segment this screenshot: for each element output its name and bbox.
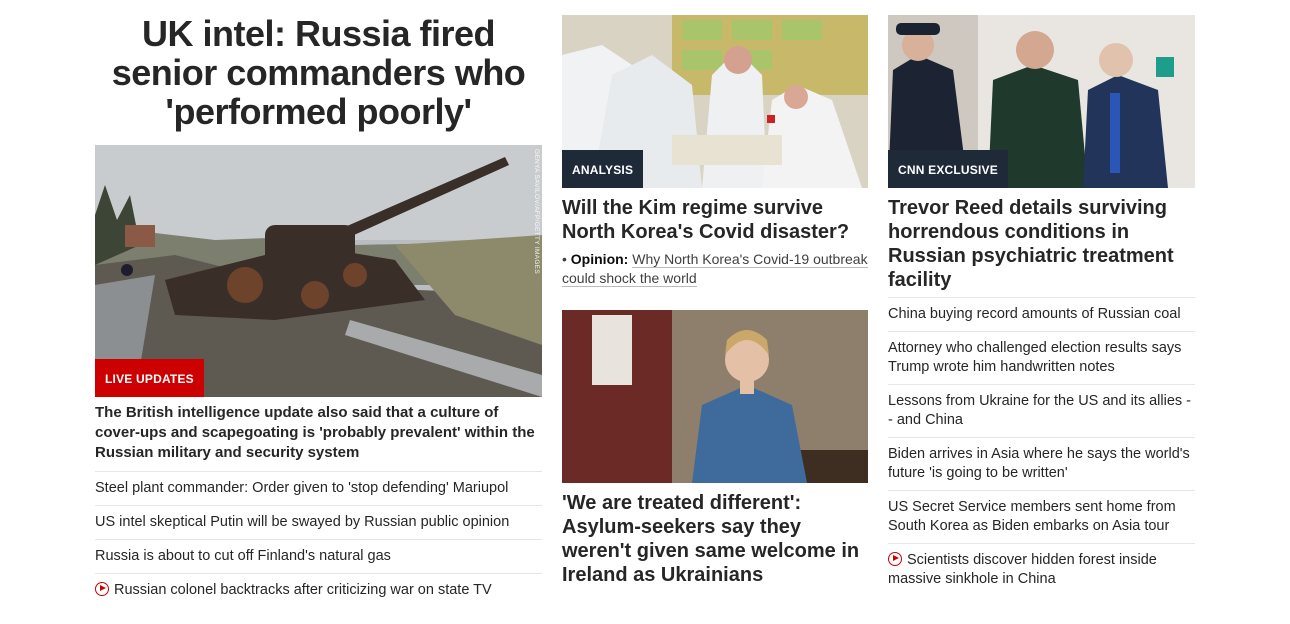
play-video-icon[interactable] bbox=[888, 552, 902, 566]
right-related-links: China buying record amounts of Russian c… bbox=[888, 297, 1195, 596]
right-column: CNN EXCLUSIVE Trevor Reed details surviv… bbox=[888, 0, 1195, 596]
story-title[interactable]: 'We are treated different': Asylum-seeke… bbox=[562, 491, 868, 587]
link-text[interactable]: US Secret Service members sent home from… bbox=[888, 499, 1176, 534]
lead-story-column: UK intel: Russia fired senior commanders… bbox=[95, 0, 542, 607]
list-item[interactable]: US intel skeptical Putin will be swayed … bbox=[95, 506, 542, 540]
play-video-icon[interactable] bbox=[95, 582, 109, 596]
link-text[interactable]: China buying record amounts of Russian c… bbox=[888, 306, 1181, 322]
link-text[interactable]: Russia is about to cut off Finland's nat… bbox=[95, 548, 391, 564]
cnn-exclusive-badge[interactable]: CNN EXCLUSIVE bbox=[888, 150, 1008, 188]
story-title[interactable]: Will the Kim regime survive North Korea'… bbox=[562, 196, 868, 244]
middle-column: ANALYSIS Will the Kim regime survive Nor… bbox=[562, 0, 868, 587]
list-item[interactable]: Russian colonel backtracks after critici… bbox=[95, 574, 542, 607]
live-updates-badge[interactable]: LIVE UPDATES bbox=[95, 359, 204, 397]
link-text[interactable]: Attorney who challenged election results… bbox=[888, 340, 1181, 375]
story-image[interactable]: CNN EXCLUSIVE bbox=[888, 15, 1195, 188]
opinion-label: Opinion: bbox=[570, 251, 629, 267]
link-text[interactable]: Scientists discover hidden forest inside… bbox=[888, 552, 1157, 587]
image-credit: GENYA SAVILOV/AFP/GETTY IMAGES bbox=[533, 149, 540, 274]
lead-headline-line: 'performed poorly' bbox=[165, 91, 472, 132]
list-item[interactable]: Lessons from Ukraine for the US and its … bbox=[888, 385, 1195, 438]
lead-headline-line: UK intel: Russia fired bbox=[141, 13, 496, 54]
link-text[interactable]: Steel plant commander: Order given to 's… bbox=[95, 480, 508, 496]
list-item[interactable]: Scientists discover hidden forest inside… bbox=[888, 544, 1195, 596]
link-text[interactable]: US intel skeptical Putin will be swayed … bbox=[95, 514, 509, 530]
link-text[interactable]: Biden arrives in Asia where he says the … bbox=[888, 446, 1190, 481]
asylum-seeker-photo bbox=[562, 310, 868, 483]
opinion-link[interactable]: • Opinion: Why North Korea's Covid-19 ou… bbox=[562, 250, 868, 288]
story-title[interactable]: Trevor Reed details surviving horrendous… bbox=[888, 196, 1195, 292]
list-item[interactable]: Steel plant commander: Order given to 's… bbox=[95, 472, 542, 506]
lead-summary[interactable]: The British intelligence update also sai… bbox=[95, 397, 542, 472]
list-item[interactable]: US Secret Service members sent home from… bbox=[888, 491, 1195, 544]
lead-headline[interactable]: UK intel: Russia fired senior commanders… bbox=[95, 14, 542, 131]
list-item[interactable]: Russia is about to cut off Finland's nat… bbox=[95, 540, 542, 574]
link-text[interactable]: Lessons from Ukraine for the US and its … bbox=[888, 393, 1191, 428]
list-item[interactable]: Biden arrives in Asia where he says the … bbox=[888, 438, 1195, 491]
story-image[interactable]: ANALYSIS bbox=[562, 15, 868, 188]
analysis-badge[interactable]: ANALYSIS bbox=[562, 150, 644, 188]
lead-related-links: Steel plant commander: Order given to 's… bbox=[95, 472, 542, 607]
story-image[interactable] bbox=[562, 310, 868, 483]
lead-headline-line: senior commanders who bbox=[111, 52, 526, 93]
list-item[interactable]: Attorney who challenged election results… bbox=[888, 332, 1195, 385]
bullet: • bbox=[562, 251, 571, 267]
list-item[interactable]: China buying record amounts of Russian c… bbox=[888, 298, 1195, 332]
link-text[interactable]: Russian colonel backtracks after critici… bbox=[114, 582, 492, 598]
lead-image[interactable]: GENYA SAVILOV/AFP/GETTY IMAGES LIVE UPDA… bbox=[95, 145, 542, 397]
